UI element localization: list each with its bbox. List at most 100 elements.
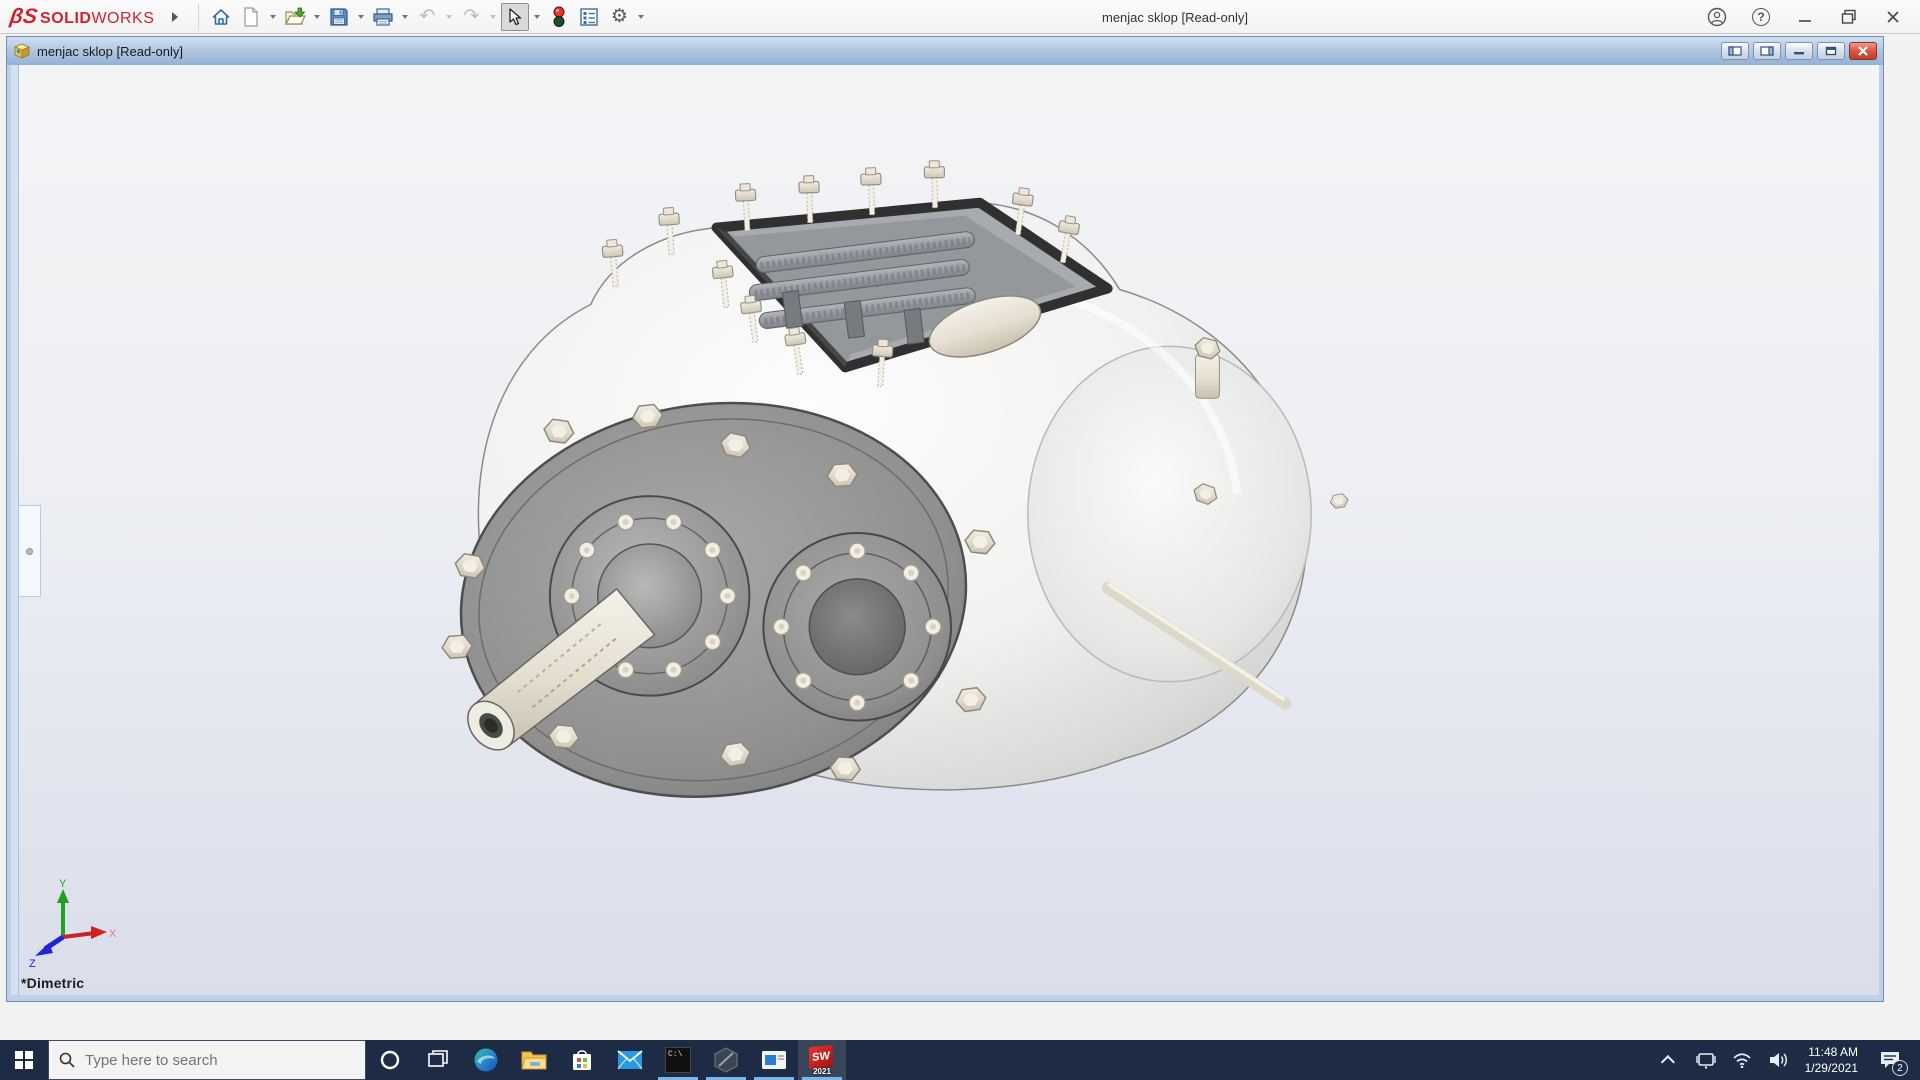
- undo-dropdown[interactable]: [443, 3, 455, 31]
- new-document-icon: [244, 6, 258, 27]
- taskbar-app-edge[interactable]: [462, 1040, 510, 1080]
- restore-button[interactable]: [1830, 3, 1868, 31]
- x-axis-arrow[interactable]: [91, 926, 107, 939]
- menu-flyout-arrow-icon[interactable]: [172, 11, 179, 22]
- print-button[interactable]: [369, 3, 397, 31]
- taskbar-app-file-explorer[interactable]: [510, 1040, 558, 1080]
- countershaft-cover[interactable]: [762, 531, 952, 722]
- taskbar-search[interactable]: [48, 1040, 366, 1080]
- taskbar-app-solidworks[interactable]: SW 2021: [798, 1040, 846, 1080]
- command-prompt-icon: C:\: [665, 1047, 691, 1073]
- redo-icon: ↷: [463, 6, 480, 27]
- solidworks-logo: βS SOLID WORKS: [8, 4, 155, 28]
- triad-z-label: Z: [29, 958, 36, 967]
- reference-triad[interactable]: Y X Z: [27, 875, 119, 967]
- app-titlebar: βS SOLID WORKS ↶ ↷ ⚙ menjac sklop [Read-…: [0, 0, 1920, 34]
- doc-minimize-icon: [1794, 52, 1804, 55]
- hexagon-app-icon: [714, 1047, 738, 1073]
- restore-icon: [1841, 9, 1856, 24]
- document-window: menjac sklop [Read-only] Y X Z *Dimetric: [6, 36, 1884, 1002]
- new-document-button[interactable]: [237, 3, 265, 31]
- tray-overflow-button[interactable]: [1655, 1040, 1685, 1080]
- redo-dropdown[interactable]: [487, 3, 499, 31]
- select-button[interactable]: [501, 2, 530, 31]
- pane-right-icon: [1760, 46, 1774, 56]
- close-icon: [1887, 11, 1899, 23]
- cortana-icon: [380, 1050, 400, 1070]
- file-properties-icon: [580, 7, 599, 26]
- file-properties-button[interactable]: [575, 3, 603, 31]
- taskbar-app-mail[interactable]: [606, 1040, 654, 1080]
- search-input[interactable]: [85, 1051, 335, 1069]
- print-icon: [373, 7, 393, 26]
- save-button[interactable]: [325, 3, 353, 31]
- y-axis-arrow[interactable]: [57, 889, 69, 903]
- quick-access-toolbar: ↶ ↷ ⚙: [207, 2, 647, 31]
- app-title: menjac sklop [Read-only]: [1102, 9, 1248, 25]
- document-titlebar[interactable]: menjac sklop [Read-only]: [7, 37, 1883, 65]
- rebuild-traffic-light-icon: [553, 6, 565, 27]
- display-icon: [1695, 1053, 1716, 1069]
- taskbar-app-window[interactable]: [750, 1040, 798, 1080]
- speaker-icon: [1769, 1053, 1787, 1067]
- redo-button[interactable]: ↷: [457, 3, 485, 31]
- solidworks-app: βS SOLID WORKS ↶ ↷ ⚙ menjac sklop [Read-…: [0, 0, 1920, 1080]
- save-dropdown[interactable]: [355, 3, 367, 31]
- graphics-area[interactable]: Y X Z *Dimetric: [11, 65, 1879, 995]
- pane-left-button[interactable]: [1721, 42, 1749, 60]
- minimize-icon: [1799, 20, 1811, 22]
- task-view-button[interactable]: [414, 1040, 462, 1080]
- featuremanager-collapsed-strip: [11, 65, 19, 995]
- start-button[interactable]: [0, 1040, 48, 1080]
- document-title: menjac sklop [Read-only]: [37, 43, 183, 59]
- open-dropdown[interactable]: [311, 3, 323, 31]
- new-document-dropdown[interactable]: [267, 3, 279, 31]
- open-folder-icon: [285, 7, 307, 25]
- microsoft-store-icon: [573, 1050, 591, 1070]
- task-view-icon: [428, 1050, 448, 1067]
- tray-network-button[interactable]: [1727, 1040, 1757, 1080]
- document-window-buttons: [1721, 42, 1877, 60]
- select-dropdown[interactable]: [531, 3, 543, 31]
- taskbar-app-hexagon[interactable]: [702, 1040, 750, 1080]
- solidworks-taskbar-icon: SW 2021: [807, 1044, 837, 1076]
- window-controls: ?: [1698, 0, 1912, 34]
- search-icon: [59, 1052, 75, 1068]
- windows-taskbar: C:\ SW 2021 11:48 AM: [0, 1040, 1920, 1080]
- doc-minimize-button[interactable]: [1785, 42, 1813, 60]
- print-dropdown[interactable]: [399, 3, 411, 31]
- windows-logo-icon: [15, 1051, 33, 1069]
- gear-icon: ⚙: [610, 6, 628, 27]
- splitter-grip-icon: [26, 547, 33, 555]
- doc-close-button[interactable]: [1849, 42, 1877, 60]
- help-icon: ?: [1752, 8, 1770, 26]
- wifi-icon: [1733, 1053, 1751, 1068]
- options-dropdown[interactable]: [635, 3, 647, 31]
- doc-restore-button[interactable]: [1817, 42, 1845, 60]
- options-button[interactable]: ⚙: [605, 3, 633, 31]
- triad-y-label: Y: [59, 878, 67, 890]
- tray-display-button[interactable]: [1691, 1040, 1721, 1080]
- open-button[interactable]: [281, 3, 309, 31]
- solidworks-logo-mark: βS: [8, 4, 39, 28]
- minimize-button[interactable]: [1786, 3, 1824, 31]
- pane-right-button[interactable]: [1753, 42, 1781, 60]
- system-tray: 11:48 AM 1/29/2021 2: [1655, 1040, 1920, 1080]
- home-button[interactable]: [207, 3, 235, 31]
- doc-close-icon: [1858, 46, 1868, 56]
- rebuild-button[interactable]: [545, 3, 573, 31]
- help-button[interactable]: ?: [1742, 3, 1780, 31]
- undo-button[interactable]: ↶: [413, 3, 441, 31]
- gearbox-3d-model[interactable]: [11, 65, 1879, 995]
- taskbar-clock[interactable]: 11:48 AM 1/29/2021: [1799, 1044, 1864, 1076]
- panel-splitter-handle[interactable]: [19, 505, 41, 597]
- taskbar-app-command-prompt[interactable]: C:\: [654, 1040, 702, 1080]
- account-button[interactable]: [1698, 3, 1736, 31]
- taskbar-app-store[interactable]: [558, 1040, 606, 1080]
- cortana-button[interactable]: [366, 1040, 414, 1080]
- file-explorer-icon: [521, 1051, 547, 1070]
- tray-volume-button[interactable]: [1763, 1040, 1793, 1080]
- toolbar-separator: [198, 3, 200, 30]
- action-center-button[interactable]: 2: [1870, 1040, 1910, 1080]
- close-button[interactable]: [1874, 3, 1912, 31]
